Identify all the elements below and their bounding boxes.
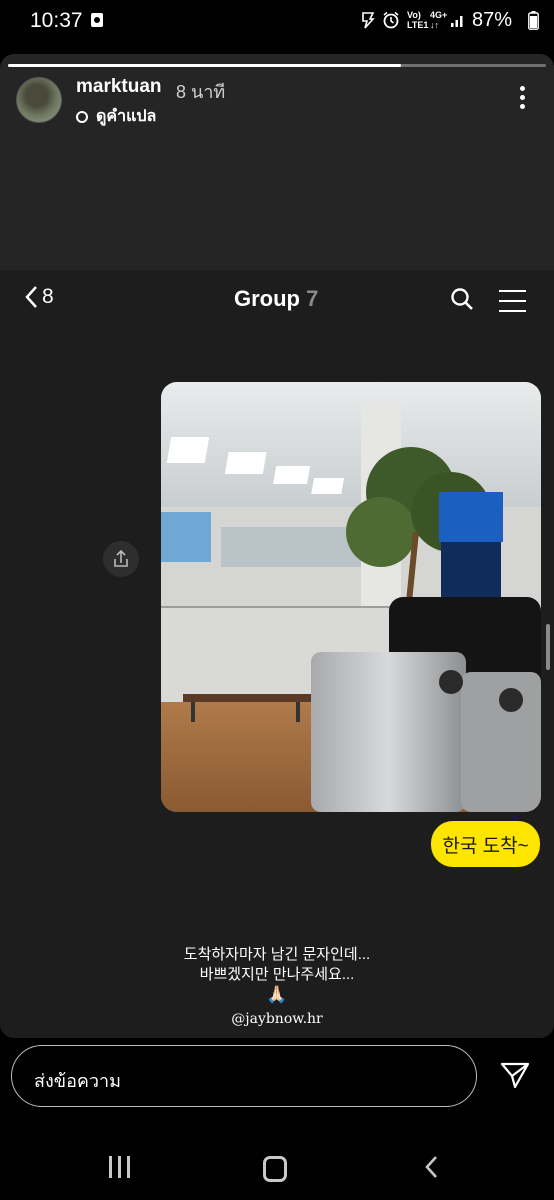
battery-percent: 87% [472, 9, 513, 31]
home-button[interactable] [263, 1156, 287, 1182]
caption-handle[interactable]: @jaybnow.hr [0, 1009, 554, 1029]
chat-header: 8 Group 7 [0, 270, 554, 328]
chat-screenshot: 8 Group 7 한국 도착~ 도착하자마자 남긴 문자인데... 바쁘겠지만… [0, 270, 554, 1038]
chevron-left-icon [25, 286, 37, 308]
data-arrows-icon: ↓↑ [430, 20, 439, 30]
airport-photo [161, 382, 541, 812]
story-card[interactable]: marktuan 8 นาที ดูคำแปล 8 Group 7 한국 도착~… [0, 54, 554, 1038]
search-icon [451, 288, 473, 310]
volte-label: Vo) [407, 10, 421, 20]
network-type-label: 4G+ [430, 10, 448, 20]
story-progress-fill [8, 64, 401, 67]
back-button: 8 [24, 285, 54, 309]
caption-line-2: 바쁘겠지만 만나주세요... [199, 966, 355, 983]
translate-icon [76, 110, 88, 123]
group-name: Group [234, 286, 300, 311]
system-nav-bar [0, 1140, 554, 1200]
send-button[interactable] [500, 1061, 530, 1094]
airport-illustration [161, 382, 541, 812]
story-progress-bar [8, 64, 546, 67]
group-member-count: 7 [306, 286, 319, 311]
reply-input[interactable]: ส่งข้อความ [11, 1045, 477, 1107]
story-time-ago: 8 นาที [176, 82, 226, 102]
translate-button[interactable]: ดูคำแปล [76, 104, 156, 129]
scrollbar-thumb [546, 624, 550, 670]
volte-indicator: Vo) LTE1 [407, 10, 428, 30]
menu-icon [499, 290, 526, 320]
notification-icon [90, 12, 104, 33]
data-saver-icon [360, 11, 376, 34]
clock: 10:37 [30, 9, 83, 32]
network-type: 4G+ ↓↑ [430, 10, 447, 30]
recent-apps-button[interactable] [109, 1156, 130, 1178]
avatar[interactable] [16, 77, 62, 123]
caption-line-1: 도착하자마자 남긴 문자인데... [183, 946, 371, 963]
lte-label: LTE1 [407, 20, 429, 30]
signal-icon [450, 12, 466, 33]
share-button [103, 541, 139, 577]
praying-hands-emoji: 🙏🏻 [266, 985, 288, 1004]
send-icon [500, 1062, 530, 1089]
status-bar: 10:37 Vo) LTE1 4G+ ↓↑ 87% [0, 0, 554, 44]
share-icon [114, 549, 128, 567]
back-icon[interactable] [424, 1155, 438, 1179]
group-title: Group 7 [234, 286, 318, 312]
more-vertical-icon[interactable] [514, 86, 530, 112]
message-bubble: 한국 도착~ [431, 821, 540, 867]
username[interactable]: marktuan [76, 76, 162, 98]
back-count: 8 [42, 285, 54, 308]
alarm-icon [382, 11, 400, 34]
story-caption: 도착하자마자 남긴 문자인데... 바쁘겠지만 만나주세요... 🙏🏻 @jay… [0, 945, 554, 1029]
battery-icon [528, 11, 539, 35]
reply-placeholder: ส่งข้อความ [34, 1071, 122, 1091]
translate-label: ดูคำแปล [96, 108, 157, 125]
